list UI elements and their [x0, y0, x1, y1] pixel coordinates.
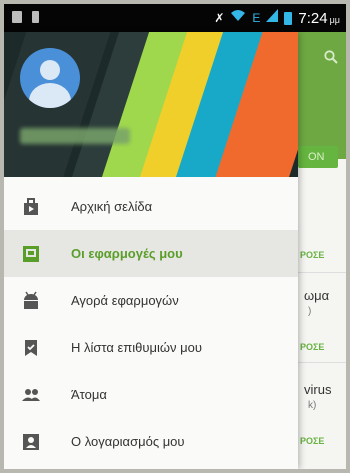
wishlist-bookmark-icon — [21, 338, 41, 358]
shop-bag-icon — [21, 197, 41, 217]
background-item-title: virus — [304, 382, 332, 397]
drawer-item-account[interactable]: Ο λογαριασμός μου — [4, 418, 298, 465]
network-type-label: E — [252, 11, 261, 25]
drawer-item-label: Αγορά εφαρμογών — [71, 293, 179, 308]
status-bar: ✗ E 7:24 μμ — [4, 4, 346, 32]
drawer-item-shop-apps[interactable]: Αγορά εφαρμογών — [4, 277, 298, 324]
drawer-item-people[interactable]: Άτομα — [4, 371, 298, 418]
divider — [298, 272, 346, 273]
drawer-item-home[interactable]: Αρχική σελίδα — [4, 183, 298, 230]
avatar[interactable] — [20, 48, 80, 108]
account-name-redacted — [20, 128, 130, 144]
background-price-tag: ΡΟΣΕ — [300, 250, 325, 260]
notification-download-icon — [32, 11, 39, 23]
drawer-item-label: Η λίστα επιθυμιών μου — [71, 340, 202, 355]
background-item-title: ωμα — [304, 288, 330, 303]
background-install-button[interactable]: ON — [298, 146, 338, 168]
drawer-item-label: Ο λογαριασμός μου — [71, 434, 185, 449]
drawer-item-label: Άτομα — [71, 387, 107, 402]
signal-icon — [266, 9, 279, 27]
drawer-item-wishlist[interactable]: Η λίστα επιθυμιών μου — [4, 324, 298, 371]
drawer-item-my-apps[interactable]: Οι εφαρμογές μου — [4, 230, 298, 277]
background-price-tag: ΡΟΣΕ — [300, 436, 325, 446]
drawer-item-label: Οι εφαρμογές μου — [71, 246, 183, 261]
background-price-tag: ΡΟΣΕ — [300, 342, 325, 352]
background-item-subtitle: k) — [308, 400, 317, 411]
navigation-drawer: Αρχική σελίδα Οι εφαρμογές μου Αγορά εφα… — [4, 32, 298, 469]
background-app: ON ΡΟΣΕ ωμα ) ΡΟΣΕ virus k) ΡΟΣΕ — [298, 32, 346, 469]
drawer-header[interactable] — [4, 32, 298, 177]
wifi-icon — [230, 9, 246, 27]
phone-screen: ✗ E 7:24 μμ ON ΡΟΣΕ ωμα ) ΡΟΣΕ virus k) — [4, 4, 346, 469]
notification-image-icon — [12, 11, 22, 23]
device-frame: ✗ E 7:24 μμ ON ΡΟΣΕ ωμα ) ΡΟΣΕ virus k) — [0, 0, 350, 473]
divider — [298, 362, 346, 363]
drawer-menu: Αρχική σελίδα Οι εφαρμογές μου Αγορά εφα… — [4, 183, 298, 465]
people-icon — [21, 385, 41, 405]
background-item-subtitle: ) — [308, 306, 312, 317]
clock-ampm: μμ — [329, 15, 340, 25]
drawer-item-label: Αρχική σελίδα — [71, 199, 153, 214]
no-sound-icon: ✗ — [214, 11, 225, 25]
my-apps-icon — [21, 244, 41, 264]
android-icon — [21, 291, 41, 311]
battery-icon — [284, 11, 293, 25]
search-icon[interactable] — [324, 50, 338, 69]
background-app-header — [298, 32, 346, 159]
clock-time: 7:24 — [298, 9, 328, 27]
account-icon — [21, 432, 41, 452]
